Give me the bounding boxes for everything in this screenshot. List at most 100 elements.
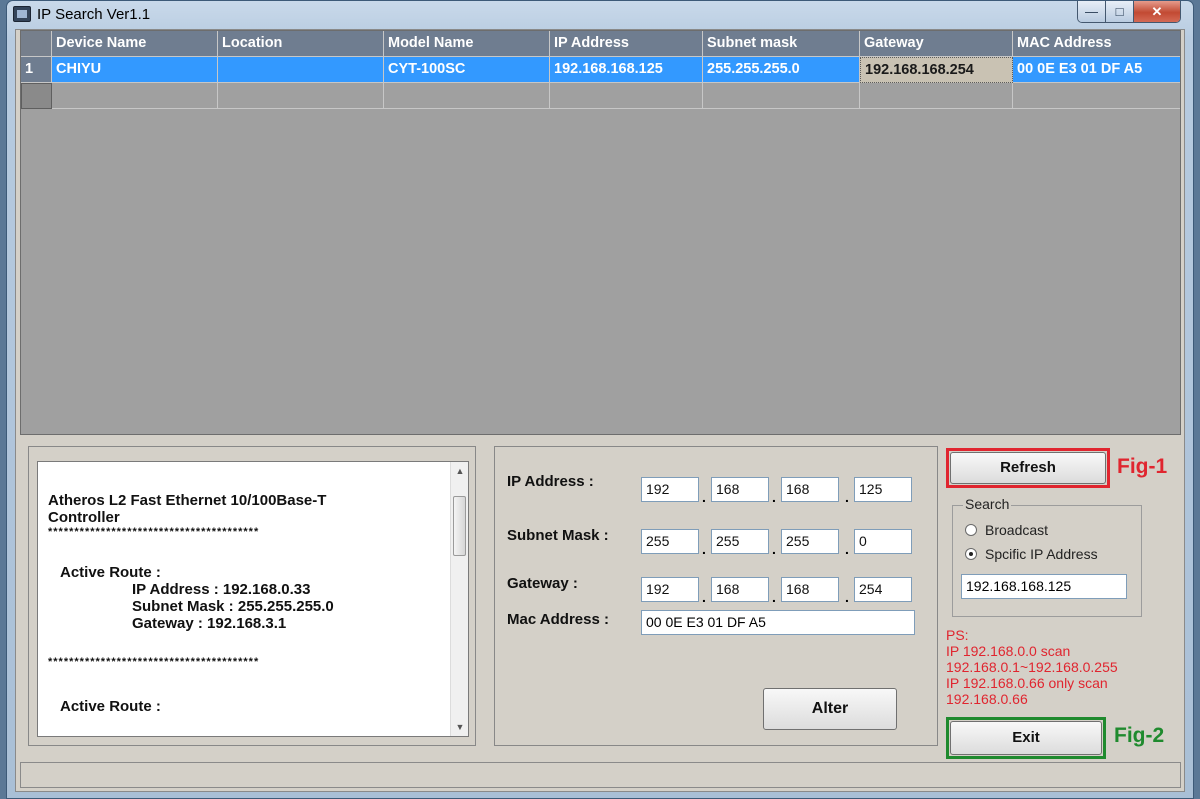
mask-octet-1[interactable]: 255 [641, 529, 699, 554]
fig2-annotation: Fig-2 [1114, 724, 1165, 747]
cell-subnet-mask[interactable]: 255.255.255.0 [703, 57, 860, 83]
scroll-thumb[interactable] [453, 496, 466, 556]
mac-address-label: Mac Address : [507, 611, 609, 628]
mask-dot: . [845, 541, 849, 557]
exit-button[interactable]: Exit [950, 721, 1102, 755]
cell-device-name[interactable]: CHIYU [52, 57, 218, 83]
column-header-device-name[interactable]: Device Name [52, 31, 218, 57]
ip-address-label: IP Address : [507, 473, 594, 490]
mask-octet-2[interactable]: 255 [711, 529, 769, 554]
empty-cell[interactable] [218, 83, 384, 109]
adapter-info-panel: Atheros L2 Fast Ethernet 10/100Base-T Co… [28, 446, 476, 746]
specific-ip-label: Spcific IP Address [985, 546, 1098, 562]
grid-header: Device Name Location Model Name IP Addre… [21, 31, 1180, 57]
adapter-info-textbox[interactable]: Atheros L2 Fast Ethernet 10/100Base-T Co… [37, 461, 469, 737]
search-legend: Search [963, 496, 1012, 512]
row-number[interactable]: 1 [21, 57, 52, 83]
client-area: Device Name Location Model Name IP Addre… [15, 29, 1185, 792]
column-header-ip-address[interactable]: IP Address [550, 31, 703, 57]
table-row-empty[interactable] [21, 83, 1180, 109]
info-separator: **************************************** [48, 526, 260, 538]
mask-octet-4[interactable]: 0 [854, 529, 912, 554]
broadcast-label: Broadcast [985, 522, 1049, 538]
mask-dot: . [702, 541, 706, 557]
empty-cell[interactable] [384, 83, 550, 109]
info-line: Atheros L2 Fast Ethernet 10/100Base-T [48, 492, 327, 509]
ip-dot: . [845, 489, 849, 505]
alter-button[interactable]: Alter [763, 688, 897, 730]
ip-octet-3[interactable]: 168 [781, 477, 839, 502]
vertical-scrollbar[interactable]: ▲ ▼ [450, 462, 468, 736]
scroll-up-icon[interactable]: ▲ [451, 462, 468, 480]
radio-unchecked-icon [965, 524, 977, 536]
column-header-subnet-mask[interactable]: Subnet mask [703, 31, 860, 57]
close-icon: ✕ [1151, 3, 1163, 19]
minimize-button[interactable]: — [1078, 1, 1106, 22]
cell-location[interactable] [218, 57, 384, 83]
app-icon [13, 6, 31, 22]
info-line-blank [48, 632, 428, 656]
ip-octet-2[interactable]: 168 [711, 477, 769, 502]
close-button[interactable]: ✕ [1134, 1, 1180, 22]
ip-dot: . [702, 489, 706, 505]
gateway-dot: . [702, 589, 706, 605]
gateway-dot: . [772, 589, 776, 605]
empty-cell[interactable] [1013, 83, 1180, 109]
ps-line: PS: [946, 627, 969, 643]
gateway-octet-3[interactable]: 168 [781, 577, 839, 602]
cell-gateway[interactable]: 192.168.168.254 [860, 57, 1013, 83]
empty-cell[interactable] [52, 83, 218, 109]
gateway-octet-4[interactable]: 254 [854, 577, 912, 602]
search-groupbox: Search Broadcast Spcific IP Address 192.… [952, 496, 1142, 617]
gateway-octet-1[interactable]: 192 [641, 577, 699, 602]
search-controls: Refresh Fig-1 Search Broadcast Spcific I… [946, 446, 1182, 786]
info-line: Active Route : [60, 698, 161, 715]
ps-line: 192.168.0.66 [946, 691, 1028, 707]
app-window: IP Search Ver1.1 — □ ✕ Device Name Locat… [6, 0, 1194, 799]
maximize-button[interactable]: □ [1106, 1, 1134, 22]
info-line: Active Route : [60, 564, 161, 581]
info-line: IP Address : 192.168.0.33 [132, 581, 311, 598]
ps-line: 192.168.0.1~192.168.0.255 [946, 659, 1118, 675]
fig1-annotation: Fig-1 [1117, 455, 1168, 478]
row-number-empty[interactable] [21, 83, 52, 109]
empty-cell[interactable] [860, 83, 1013, 109]
mac-address-field[interactable]: 00 0E E3 01 DF A5 [641, 610, 915, 635]
empty-cell[interactable] [703, 83, 860, 109]
cell-ip-address[interactable]: 192.168.168.125 [550, 57, 703, 83]
adapter-info-text: Atheros L2 Fast Ethernet 10/100Base-T Co… [48, 492, 428, 715]
column-header-model-name[interactable]: Model Name [384, 31, 550, 57]
ps-line: IP 192.168.0.0 scan [946, 643, 1071, 659]
specific-ip-radio[interactable]: Spcific IP Address [965, 546, 1098, 562]
search-ip-input[interactable]: 192.168.168.125 [961, 574, 1127, 599]
table-row[interactable]: 1 CHIYU CYT-100SC 192.168.168.125 255.25… [21, 57, 1180, 83]
ip-octet-4[interactable]: 125 [854, 477, 912, 502]
mask-octet-3[interactable]: 255 [781, 529, 839, 554]
info-line: Gateway : 192.168.3.1 [132, 615, 287, 632]
mask-dot: . [772, 541, 776, 557]
window-title: IP Search Ver1.1 [37, 6, 151, 23]
title-bar[interactable]: IP Search Ver1.1 — □ ✕ [7, 1, 1193, 27]
device-grid[interactable]: Device Name Location Model Name IP Addre… [20, 30, 1181, 435]
column-header-location[interactable]: Location [218, 31, 384, 57]
column-header-mac-address[interactable]: MAC Address [1013, 31, 1180, 57]
scroll-down-icon[interactable]: ▼ [451, 718, 468, 736]
ip-octet-1[interactable]: 192 [641, 477, 699, 502]
maximize-icon: □ [1115, 4, 1124, 19]
refresh-button[interactable]: Refresh [950, 452, 1106, 484]
ip-dot: . [772, 489, 776, 505]
info-line-blank [48, 668, 428, 698]
broadcast-radio[interactable]: Broadcast [965, 522, 1048, 538]
column-header-gateway[interactable]: Gateway [860, 31, 1013, 57]
status-bar [20, 762, 1181, 788]
info-separator: **************************************** [48, 656, 260, 668]
gateway-dot: . [845, 589, 849, 605]
empty-cell[interactable] [550, 83, 703, 109]
gateway-octet-2[interactable]: 168 [711, 577, 769, 602]
cell-model-name[interactable]: CYT-100SC [384, 57, 550, 83]
cell-mac-address[interactable]: 00 0E E3 01 DF A5 [1013, 57, 1180, 83]
info-line-blank [48, 538, 428, 564]
grid-corner [21, 31, 52, 57]
ip-settings-panel: IP Address : 192 . 168 . 168 . 125 Subne… [494, 446, 938, 746]
minimize-icon: — [1085, 4, 1098, 19]
